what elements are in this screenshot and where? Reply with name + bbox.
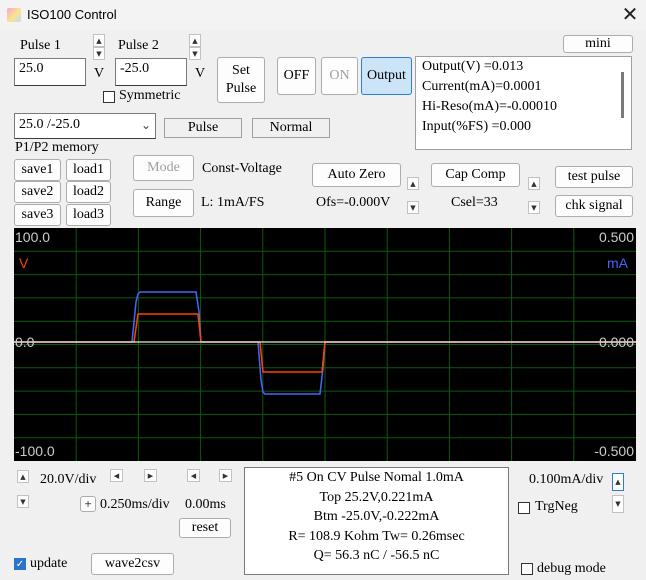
reset-button[interactable]: reset xyxy=(179,518,231,538)
load2-button[interactable]: load2 xyxy=(66,181,111,203)
info-panel: #5 On CV Pulse Nomal 1.0mA Top 25.2V,0.2… xyxy=(244,467,509,575)
mini-button[interactable]: mini xyxy=(563,35,633,53)
voltage-unit-label: V xyxy=(19,255,29,271)
pulse1-input[interactable]: 25.0 xyxy=(14,58,86,86)
offset-right-button[interactable]: ▶ xyxy=(219,469,232,482)
pulse2-input[interactable]: -25.0 xyxy=(115,58,187,86)
readout-panel: Output(V) =0.013 Current(mA)=0.0001 Hi-R… xyxy=(415,56,632,150)
window-title: ISO100 Control xyxy=(27,7,117,22)
time-right-button[interactable]: ▶ xyxy=(144,469,157,482)
y-left-mid-label: 0.0 xyxy=(15,334,35,350)
output-button[interactable]: Output xyxy=(361,57,412,95)
offset-left-button[interactable]: ◀ xyxy=(187,469,200,482)
current-unit-label: mA xyxy=(607,255,628,271)
time-left-button[interactable]: ◀ xyxy=(110,469,123,482)
set-pulse-button[interactable]: Set Pulse xyxy=(217,57,265,103)
input-readout: Input(%FS) =0.000 xyxy=(422,119,532,134)
preset-select[interactable]: 25.0 /-25.0 ⌄ xyxy=(14,113,156,139)
load3-button[interactable]: load3 xyxy=(66,204,111,226)
save3-button[interactable]: save3 xyxy=(14,204,61,226)
info-line-2: Top 25.2V,0.221mA xyxy=(319,489,434,505)
plus-button[interactable]: + xyxy=(80,496,96,512)
vdiv-down-button[interactable]: ▼ xyxy=(17,495,29,508)
offset-value: Ofs=-0.000V xyxy=(316,195,391,210)
trgneg-label: TrgNeg xyxy=(535,499,578,514)
msdiv-value: 0.250ms/div xyxy=(100,497,170,512)
csel-value: Csel=33 xyxy=(451,195,498,210)
oscilloscope-display[interactable]: 100.0 0.0 -100.0 0.500 0.000 -0.500 V mA xyxy=(14,228,636,461)
madiv-up-button[interactable]: ▲ xyxy=(612,473,624,491)
madiv-value: 0.100mA/div xyxy=(529,472,604,487)
app-icon xyxy=(7,8,21,22)
test-pulse-button[interactable]: test pulse xyxy=(555,166,633,188)
trgneg-checkbox[interactable] xyxy=(518,502,530,514)
offset-down-button[interactable]: ▼ xyxy=(407,201,419,214)
normal-status: Normal xyxy=(252,118,330,138)
pulse1-up-button[interactable]: ▲ xyxy=(93,34,105,47)
pulse2-down-button[interactable]: ▼ xyxy=(189,47,201,60)
pulse2-unit: V xyxy=(195,66,206,81)
mode-button[interactable]: Mode xyxy=(133,155,194,181)
y-right-top-label: 0.500 xyxy=(598,229,634,245)
pulse2-up-button[interactable]: ▲ xyxy=(189,34,201,47)
output-voltage-readout: Output(V) =0.013 xyxy=(422,59,524,74)
offset-up-button[interactable]: ▲ xyxy=(407,177,419,190)
on-button[interactable]: ON xyxy=(321,57,358,95)
range-button[interactable]: Range xyxy=(133,189,194,217)
save2-button[interactable]: save2 xyxy=(14,181,61,203)
update-label: update xyxy=(30,556,68,571)
preset-select-value: 25.0 /-25.0 xyxy=(19,117,81,132)
y-left-bottom-label: -100.0 xyxy=(15,443,55,459)
cap-comp-button[interactable]: Cap Comp xyxy=(431,163,520,187)
info-line-4: R= 108.9 Kohm Tw= 0.26msec xyxy=(288,528,465,544)
symmetric-checkbox[interactable] xyxy=(103,91,115,103)
info-line-3: Btm -25.0V,-0.222mA xyxy=(313,509,440,524)
csel-down-button[interactable]: ▼ xyxy=(528,201,540,214)
update-checkbox[interactable]: ✓ xyxy=(14,558,26,570)
range-value: L: 1mA/FS xyxy=(201,195,265,210)
y-right-mid-label: 0.000 xyxy=(598,334,634,350)
symmetric-label: Symmetric xyxy=(119,88,181,103)
vdiv-up-button[interactable]: ▲ xyxy=(17,470,29,483)
hireso-readout: Hi-Reso(mA)=-0.00010 xyxy=(422,99,558,114)
oscilloscope-plot xyxy=(14,228,636,461)
y-right-bottom-label: -0.500 xyxy=(594,443,634,459)
csel-up-button[interactable]: ▲ xyxy=(528,177,540,190)
madiv-down-button[interactable]: ▼ xyxy=(612,495,624,513)
close-icon[interactable]: ✕ xyxy=(620,3,640,25)
info-line-1: #5 On CV Pulse Nomal 1.0mA xyxy=(289,470,464,485)
pulse-status: Pulse xyxy=(164,118,242,138)
debug-mode-label: debug mode xyxy=(537,561,606,576)
pulse1-unit: V xyxy=(94,66,105,81)
mode-value: Const-Voltage xyxy=(202,161,282,176)
readout-scrollbar[interactable] xyxy=(621,72,624,118)
vdiv-value: 20.0V/div xyxy=(40,472,97,487)
current-readout: Current(mA)=0.0001 xyxy=(422,79,542,94)
load1-button[interactable]: load1 xyxy=(66,159,111,181)
wave2csv-button[interactable]: wave2csv xyxy=(91,553,174,575)
save1-button[interactable]: save1 xyxy=(14,159,61,181)
info-line-5: Q= 56.3 nC / -56.5 nC xyxy=(313,548,440,563)
chk-signal-button[interactable]: chk signal xyxy=(555,195,633,217)
off-button[interactable]: OFF xyxy=(277,57,316,95)
chevron-down-icon: ⌄ xyxy=(140,118,151,132)
y-left-top-label: 100.0 xyxy=(15,229,51,245)
pulse1-label: Pulse 1 xyxy=(20,38,61,53)
pulse2-label: Pulse 2 xyxy=(118,38,159,53)
pulse1-down-button[interactable]: ▼ xyxy=(93,47,105,60)
debug-mode-checkbox[interactable] xyxy=(521,563,533,575)
auto-zero-button[interactable]: Auto Zero xyxy=(312,163,401,187)
memory-title: P1/P2 memory xyxy=(15,140,99,155)
time-offset-value: 0.00ms xyxy=(185,497,226,512)
